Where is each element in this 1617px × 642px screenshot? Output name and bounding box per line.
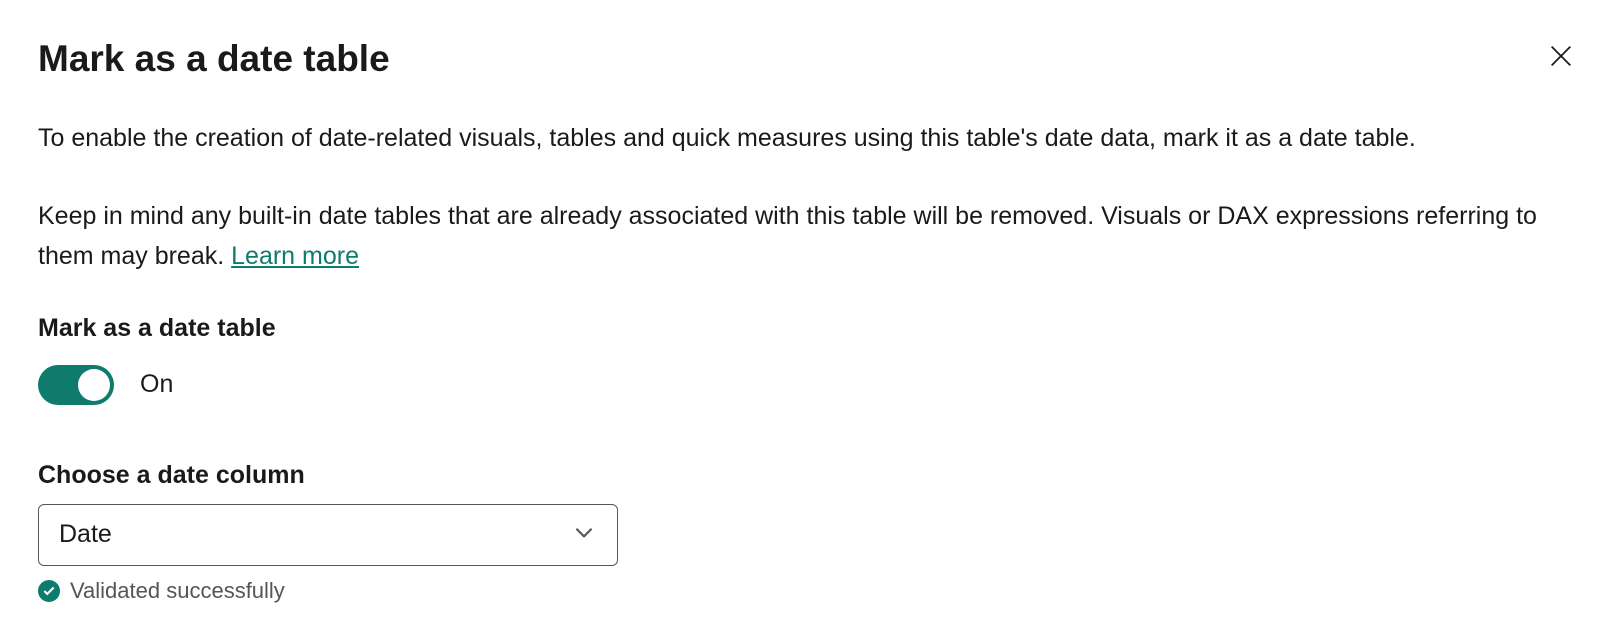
dialog-title: Mark as a date table (38, 38, 390, 80)
dialog-header: Mark as a date table (38, 38, 1579, 80)
dialog-description-line-1: To enable the creation of date-related v… (38, 120, 1579, 158)
toggle-thumb (78, 369, 110, 401)
toggle-section-label: Mark as a date table (38, 314, 1579, 343)
chevron-down-icon (571, 519, 597, 550)
toggle-row: On (38, 365, 1579, 405)
check-circle-icon (38, 580, 60, 602)
close-button[interactable] (1543, 38, 1579, 74)
validation-message: Validated successfully (70, 578, 285, 604)
dialog-description-line-2: Keep in mind any built-in date tables th… (38, 196, 1558, 276)
date-column-dropdown[interactable]: Date (38, 504, 618, 566)
learn-more-link[interactable]: Learn more (231, 242, 359, 270)
validation-row: Validated successfully (38, 578, 1579, 604)
column-section-label: Choose a date column (38, 461, 1579, 490)
close-icon (1547, 42, 1575, 70)
toggle-state-label: On (140, 370, 173, 399)
dropdown-selected-value: Date (59, 520, 112, 549)
mark-as-date-table-toggle[interactable] (38, 365, 114, 405)
